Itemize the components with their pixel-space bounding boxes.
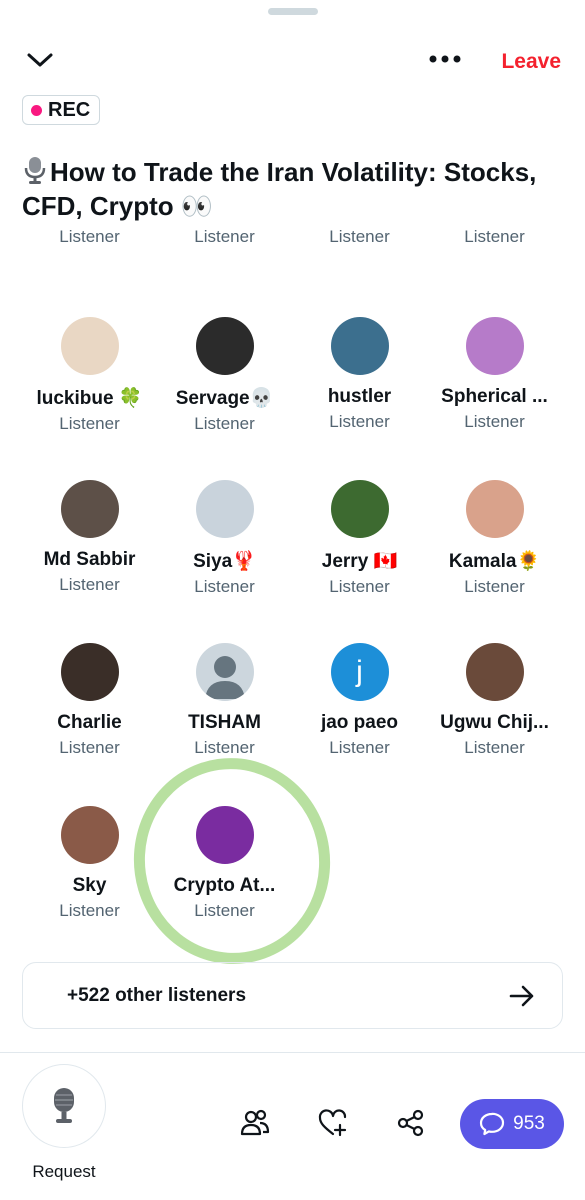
- participant-role: Listener: [194, 577, 255, 596]
- participant-card[interactable]: luckibue 🍀 Listener: [22, 317, 157, 434]
- participant-role: Listener: [59, 414, 120, 433]
- other-listeners-label: +522 other listeners: [67, 984, 247, 1006]
- avatar[interactable]: [330, 317, 389, 375]
- request-label: Request: [32, 1162, 96, 1181]
- avatar[interactable]: [465, 643, 524, 701]
- participant-card[interactable]: j jao paeo Listener: [292, 643, 427, 758]
- participant-card[interactable]: Listener: [22, 226, 157, 247]
- avatar[interactable]: [465, 480, 524, 538]
- microphone-icon: [54, 1088, 74, 1123]
- participant-role: Listener: [329, 738, 390, 757]
- sheet-grabber[interactable]: [268, 8, 318, 15]
- participant-name: luckibue 🍀: [36, 388, 143, 409]
- participant-name: Md Sabbir: [43, 549, 136, 570]
- participant-card[interactable]: Listener: [292, 226, 427, 247]
- avatar[interactable]: [195, 480, 254, 538]
- people-icon[interactable]: [240, 1108, 270, 1143]
- heart-plus-icon[interactable]: [318, 1108, 348, 1143]
- more-options-icon[interactable]: [428, 52, 462, 70]
- other-listeners-button[interactable]: +522 other listeners: [22, 962, 563, 1029]
- top-bar: Leave: [0, 44, 585, 84]
- avatar[interactable]: [60, 806, 119, 864]
- comments-count: 953: [513, 1113, 545, 1134]
- participant-role: Listener: [329, 577, 390, 596]
- space-title-text: How to Trade the Iran Volatility: Stocks…: [22, 157, 537, 221]
- participant-card[interactable]: Crypto At... Listener: [157, 806, 292, 921]
- participant-role: Listener: [194, 901, 255, 920]
- participant-card[interactable]: Kamala🌻 Listener: [427, 480, 562, 597]
- chevron-down-icon[interactable]: [26, 50, 54, 75]
- default-avatar-icon: [204, 656, 245, 699]
- participant-card[interactable]: Md Sabbir Listener: [22, 480, 157, 595]
- participant-card[interactable]: Spherical ... Listener: [427, 317, 562, 432]
- leave-button[interactable]: Leave: [501, 50, 561, 74]
- participant-name: hustler: [327, 386, 392, 407]
- participant-card[interactable]: Sky Listener: [22, 806, 157, 921]
- avatar[interactable]: [60, 317, 119, 375]
- participant-name: Crypto At...: [173, 875, 276, 896]
- participant-role: Listener: [59, 575, 120, 594]
- participant-card[interactable]: Charlie Listener: [22, 643, 157, 758]
- participant-name: Spherical ...: [441, 386, 548, 407]
- participant-name: jao paeo: [320, 712, 399, 733]
- avatar[interactable]: [60, 480, 119, 538]
- avatar[interactable]: [330, 480, 389, 538]
- participant-role: Listener: [194, 414, 255, 433]
- participant-name: Charlie: [57, 712, 122, 733]
- microphone-icon: [24, 157, 46, 184]
- participant-role: Listener: [59, 227, 120, 246]
- space-title: How to Trade the Iran Volatility: Stocks…: [22, 155, 572, 223]
- participant-card[interactable]: TISHAM Listener: [157, 643, 292, 758]
- participant-role: Listener: [59, 738, 120, 757]
- bottom-divider: [0, 1052, 585, 1053]
- participant-role: Listener: [194, 227, 255, 246]
- participant-card[interactable]: Ugwu Chij... Listener: [427, 643, 562, 758]
- participant-name: Kamala🌻: [448, 551, 541, 572]
- participant-role: Listener: [464, 738, 525, 757]
- participant-card[interactable]: Siya🦞 Listener: [157, 480, 292, 597]
- avatar[interactable]: [465, 317, 524, 375]
- participant-role: Listener: [329, 412, 390, 431]
- participant-card[interactable]: Servage💀 Listener: [157, 317, 292, 434]
- participant-role: Listener: [464, 577, 525, 596]
- participant-role: Listener: [464, 227, 525, 246]
- participant-card[interactable]: hustler Listener: [292, 317, 427, 432]
- participant-name: Ugwu Chij...: [440, 712, 549, 733]
- avatar[interactable]: [195, 806, 254, 864]
- comments-button[interactable]: 953: [460, 1099, 564, 1149]
- rec-label: REC: [48, 98, 91, 121]
- participant-name: TISHAM: [188, 712, 261, 733]
- participant-name: Jerry 🇨🇦: [321, 551, 398, 572]
- participant-name: Servage💀: [175, 388, 274, 409]
- participants-grid: Listener Listener Listener Listener luckibue…: [0, 226, 585, 956]
- rec-badge: REC: [22, 95, 101, 125]
- participant-role: Listener: [329, 227, 390, 246]
- recording-dot-icon: [31, 104, 42, 116]
- avatar[interactable]: [195, 317, 254, 375]
- avatar[interactable]: [195, 643, 254, 701]
- participant-card[interactable]: Jerry 🇨🇦 Listener: [292, 480, 427, 597]
- participant-role: Listener: [194, 738, 255, 757]
- participant-role: Listener: [59, 901, 120, 920]
- participant-name: Sky: [72, 875, 107, 896]
- request-mic-button[interactable]: [22, 1064, 106, 1148]
- avatar-initial: j: [356, 655, 363, 688]
- avatar[interactable]: j: [330, 643, 389, 701]
- participant-card[interactable]: Listener: [427, 226, 562, 247]
- participant-name: Siya🦞: [193, 551, 256, 572]
- avatar[interactable]: [60, 643, 119, 701]
- participant-role: Listener: [464, 412, 525, 431]
- participant-card[interactable]: Listener: [157, 226, 292, 247]
- share-icon[interactable]: [396, 1108, 426, 1143]
- chat-bubble-icon: [480, 1112, 505, 1136]
- arrow-right-icon: [509, 985, 534, 1006]
